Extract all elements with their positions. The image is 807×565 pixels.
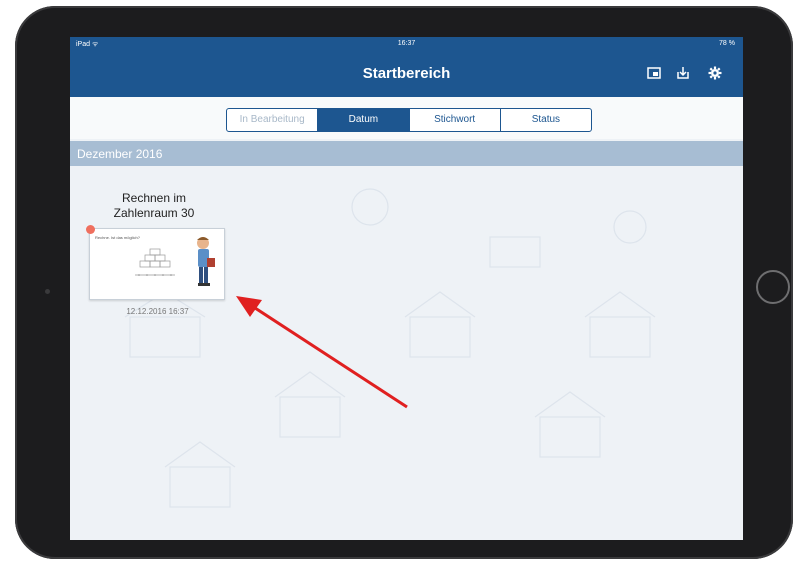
segment-in-bearbeitung[interactable]: In Bearbeitung — [227, 109, 319, 131]
app-screen: iPad ᯤ 16:37 78 % Startbereich In Bearbe… — [70, 37, 743, 540]
section-header-label: Dezember 2016 — [77, 147, 163, 161]
segment-datum[interactable]: Datum — [318, 109, 410, 131]
document-title-line2: Zahlenraum 30 — [113, 206, 195, 220]
export-icon[interactable] — [645, 64, 663, 82]
section-header: Dezember 2016 — [70, 141, 743, 166]
clock: 16:37 — [397, 40, 416, 47]
document-timestamp: 12.12.2016 16:37 — [126, 307, 189, 316]
sort-segmented-control: In Bearbeitung Datum Stichwort Status — [226, 108, 592, 132]
unread-badge — [86, 225, 95, 234]
document-title-line1: Rechnen im — [121, 191, 187, 205]
page-title: Startbereich — [362, 65, 451, 82]
number-pyramid-image — [135, 248, 175, 276]
thumbnail-question: Rechne. Ist das möglich? — [95, 235, 140, 240]
document-thumbnail[interactable]: Rechne. Ist das möglich? — [89, 228, 225, 300]
segment-stichwort[interactable]: Stichwort — [410, 109, 501, 131]
home-button[interactable] — [756, 270, 790, 304]
child-figure-image — [197, 237, 215, 286]
document-title[interactable]: Rechnen im Zahlenraum 30 — [89, 191, 219, 221]
download-icon[interactable] — [674, 64, 692, 82]
battery-level: 78 % — [719, 40, 735, 47]
front-camera — [45, 289, 50, 294]
status-bar: iPad ᯤ 16:37 78 % — [70, 37, 743, 50]
segment-status[interactable]: Status — [501, 109, 591, 131]
gear-icon[interactable] — [706, 64, 724, 82]
navigation-bar: Startbereich — [70, 50, 743, 97]
